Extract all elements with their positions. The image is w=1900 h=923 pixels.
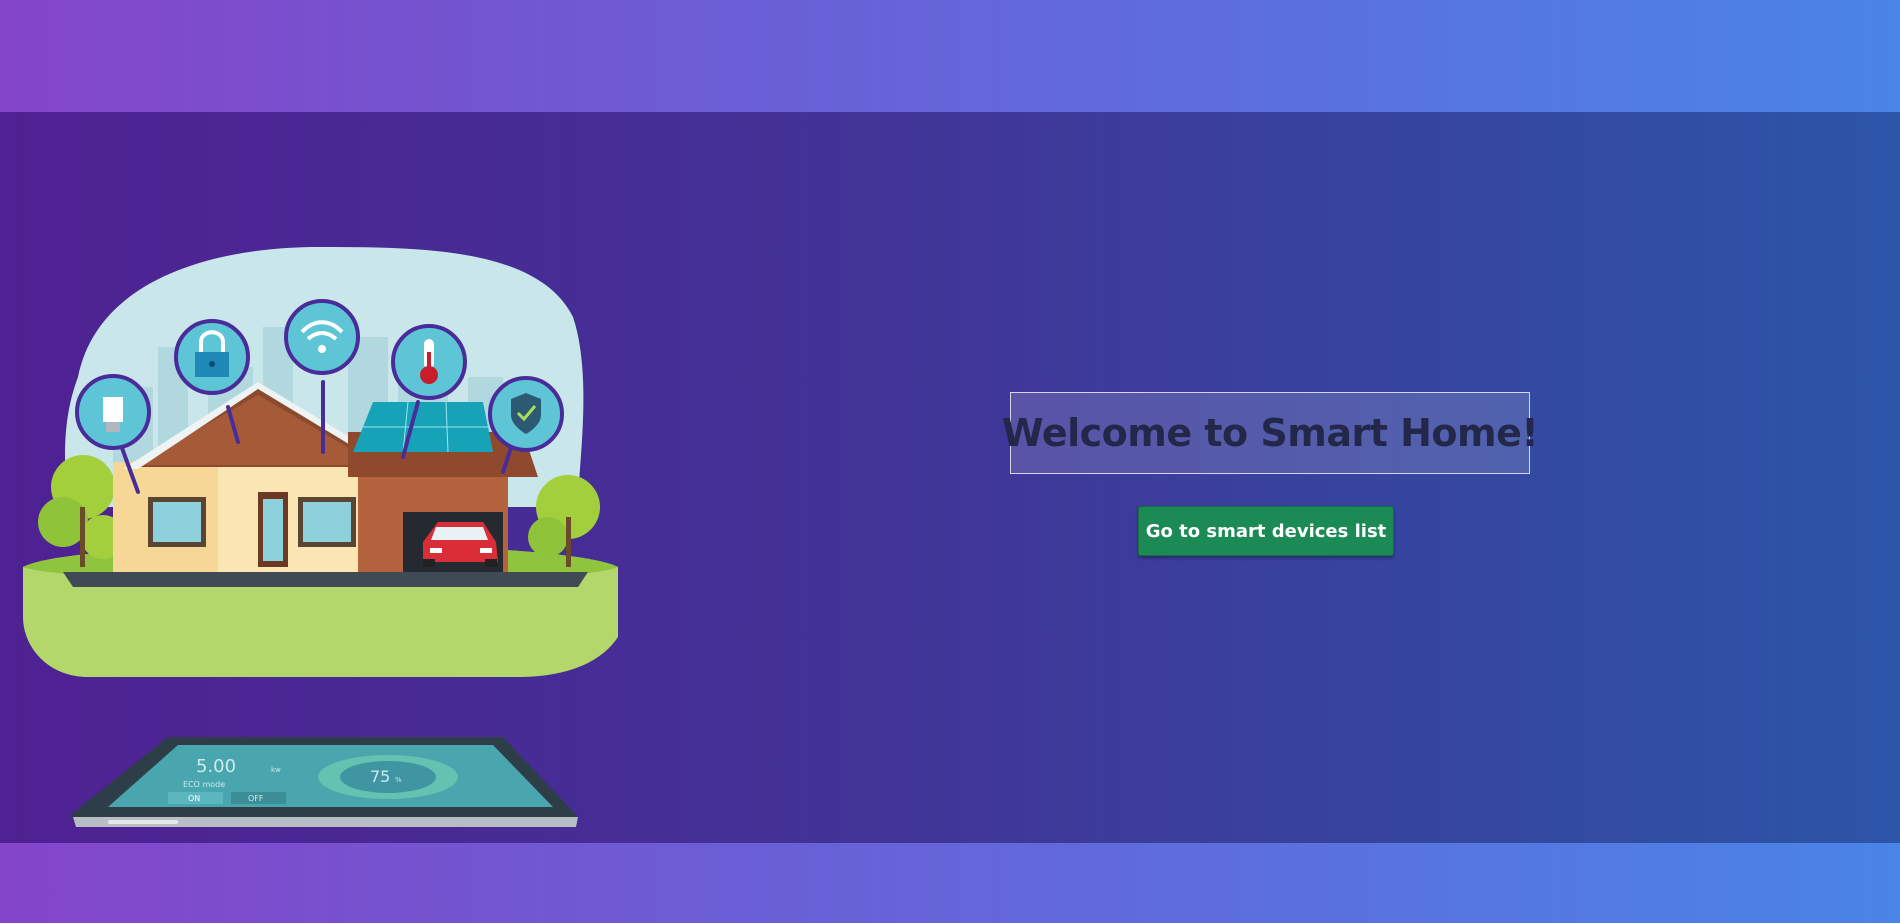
tablet-reading-unit: kw bbox=[271, 766, 281, 774]
tablet-mode-label: ECO mode bbox=[183, 780, 225, 789]
smart-home-illustration: 5.00 kw ECO mode ON OFF 75 % bbox=[23, 247, 618, 827]
bottom-band bbox=[0, 843, 1900, 923]
tablet-gauge-unit: % bbox=[395, 776, 402, 784]
go-to-smart-devices-button[interactable]: Go to smart devices list bbox=[1138, 506, 1394, 556]
shield-check-icon bbox=[488, 376, 564, 452]
top-band bbox=[0, 0, 1900, 112]
bulb-icon bbox=[75, 374, 151, 450]
hero-section: 5.00 kw ECO mode ON OFF 75 % Welcome to … bbox=[0, 112, 1900, 843]
car-graphic bbox=[423, 522, 498, 567]
welcome-title: Welcome to Smart Home! bbox=[1001, 411, 1539, 455]
lock-icon bbox=[174, 319, 250, 395]
wifi-icon bbox=[284, 299, 360, 375]
tablet-off-label: OFF bbox=[248, 794, 264, 803]
tablet-reading: 5.00 bbox=[196, 756, 236, 777]
welcome-banner: Welcome to Smart Home! bbox=[1002, 392, 1539, 474]
tablet-on-label: ON bbox=[188, 794, 200, 803]
thermometer-icon bbox=[391, 324, 467, 400]
tablet-gauge-value: 75 bbox=[370, 767, 390, 786]
tablet-graphic: 5.00 kw ECO mode ON OFF 75 % bbox=[68, 737, 578, 827]
